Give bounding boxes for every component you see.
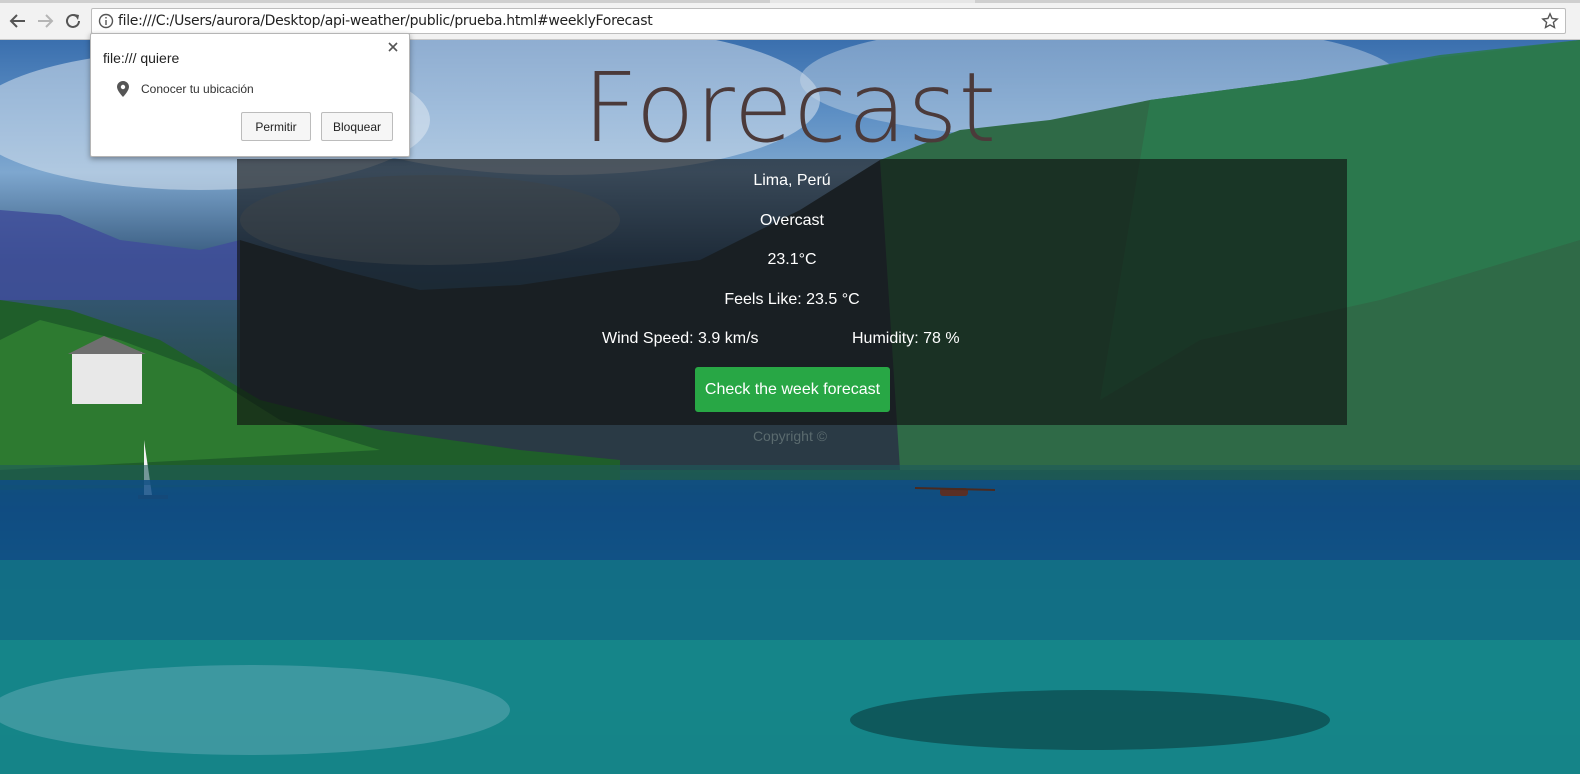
- feels-like-text: Feels Like: 23.5 °C: [724, 291, 860, 308]
- week-forecast-button[interactable]: Check the week forecast: [695, 367, 890, 412]
- copyright-text: Copyright ©: [752, 428, 828, 444]
- back-button[interactable]: [6, 9, 30, 33]
- star-icon[interactable]: [1541, 12, 1559, 30]
- permission-text: Conocer tu ubicación: [141, 82, 254, 96]
- forward-button[interactable]: [33, 9, 57, 33]
- condition-text: Overcast: [759, 212, 824, 229]
- wind-speed-text: Wind Speed: 3.9 km/s: [602, 330, 759, 347]
- temperature-text: 23.1°C: [767, 251, 817, 268]
- weather-card: Lima, Perú Overcast 23.1°C Feels Like: 2…: [237, 159, 1347, 425]
- address-url[interactable]: file:///C:/Users/aurora/Desktop/api-weat…: [118, 13, 653, 29]
- location-pin-icon: [117, 81, 129, 97]
- location-permission-popup: file:/// quiere Conocer tu ubicación Per…: [90, 33, 410, 157]
- allow-button[interactable]: Permitir: [241, 112, 311, 141]
- info-icon[interactable]: [98, 13, 114, 29]
- location-text: Lima, Perú: [753, 172, 831, 189]
- humidity-text: Humidity: 78 %: [852, 330, 960, 347]
- reload-button[interactable]: [61, 9, 85, 33]
- block-button[interactable]: Bloquear: [321, 112, 393, 141]
- close-icon[interactable]: [386, 40, 400, 54]
- address-bar[interactable]: file:///C:/Users/aurora/Desktop/api-weat…: [91, 8, 1566, 34]
- house-shape: [72, 352, 142, 404]
- reload-icon: [66, 13, 80, 28]
- back-arrow-icon: [9, 14, 25, 28]
- forward-arrow-icon: [38, 14, 54, 28]
- popup-origin: file:/// quiere: [103, 50, 180, 66]
